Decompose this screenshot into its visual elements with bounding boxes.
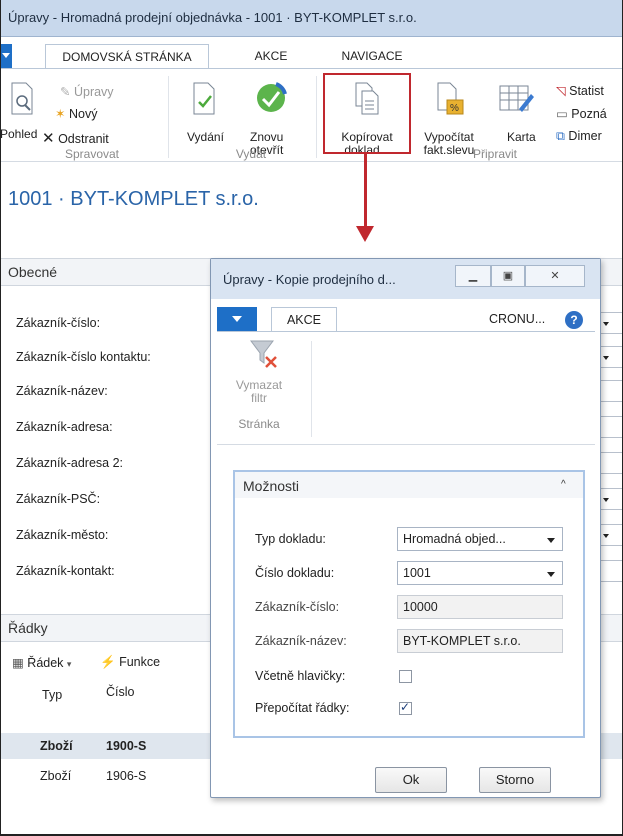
card-button[interactable]: Karta bbox=[507, 131, 536, 144]
chevron-down-icon: ▾ bbox=[66, 659, 72, 669]
include-header-label: Včetně hlavičky: bbox=[255, 669, 346, 683]
chevron-down-icon bbox=[547, 538, 555, 543]
row-type: Zboží bbox=[40, 769, 72, 783]
doc-no-label: Číslo dokladu: bbox=[255, 566, 335, 580]
postcode-dropdown[interactable] bbox=[598, 488, 623, 510]
field-label: Zákazník-číslo kontaktu: bbox=[16, 350, 151, 364]
grid-icon: ▦ bbox=[12, 656, 24, 670]
include-header-checkbox[interactable] bbox=[399, 670, 412, 683]
ok-button[interactable]: Ok bbox=[375, 767, 447, 793]
doc-type-select[interactable]: Hromadná objed... bbox=[397, 527, 563, 551]
page-title: 1001 · BYT-KOMPLET s.r.o. bbox=[8, 188, 259, 210]
recalc-lines-checkbox[interactable] bbox=[399, 700, 412, 715]
cust-no-field: 10000 bbox=[397, 595, 563, 619]
doc-no-select[interactable]: 1001 bbox=[397, 561, 563, 585]
release-icon bbox=[192, 82, 218, 116]
tab-navigate[interactable]: NAVIGACE bbox=[330, 44, 414, 68]
dialog-title: Úpravy - Kopie prodejního d... bbox=[223, 272, 396, 287]
cust-name-field: BYT-KOMPLET s.r.o. bbox=[397, 629, 563, 653]
clear-filter-button[interactable]: Vymazat filtr bbox=[223, 379, 295, 405]
window-titlebar: Úpravy - Hromadná prodejní objednávka - … bbox=[0, 0, 623, 37]
statistics-button[interactable]: ◹ Statist bbox=[556, 83, 604, 98]
field-label: Zákazník-adresa 2: bbox=[16, 456, 123, 470]
lines-functions-menu[interactable]: ⚡ Funkce bbox=[100, 655, 160, 670]
copy-document-highlight bbox=[323, 73, 411, 154]
group-label-prepare: Připravit bbox=[472, 147, 517, 161]
application-menu-button[interactable] bbox=[0, 44, 12, 68]
field-label: Zákazník-kontakt: bbox=[16, 564, 115, 578]
cust-name-label: Zákazník-název: bbox=[255, 634, 347, 648]
dimensions-icon: ⧉ bbox=[556, 129, 565, 143]
contact-no-dropdown[interactable] bbox=[598, 346, 623, 368]
lightning-icon: ⚡ bbox=[100, 655, 116, 669]
release-button[interactable]: Vydání bbox=[187, 131, 224, 144]
help-icon[interactable]: ? bbox=[565, 311, 583, 329]
maximize-icon: ▣ bbox=[502, 270, 514, 282]
group-label-manage: Spravovat bbox=[64, 147, 120, 161]
field-label: Zákazník-číslo: bbox=[16, 316, 101, 330]
field-label: Zákazník-adresa: bbox=[16, 420, 113, 434]
customer-no-dropdown[interactable] bbox=[598, 312, 623, 334]
recalc-lines-label: Přepočítat řádky: bbox=[255, 701, 350, 715]
group-label-page: Stránka bbox=[238, 417, 280, 431]
options-fasttab: Možnosti ^ Typ dokladu: Hromadná objed..… bbox=[233, 470, 585, 738]
field-label: Zákazník-PSČ: bbox=[16, 492, 101, 506]
column-header-number[interactable]: Číslo bbox=[106, 685, 134, 699]
card-icon bbox=[499, 82, 535, 116]
ribbon-separator bbox=[316, 76, 317, 158]
tab-actions[interactable]: AKCE bbox=[246, 44, 296, 68]
column-header-type[interactable]: Typ bbox=[42, 688, 62, 702]
delete-icon: ✕ bbox=[42, 130, 55, 147]
delete-button[interactable]: ✕ Odstranit bbox=[42, 129, 109, 147]
lines-row-menu[interactable]: ▦ Řádek ▾ bbox=[12, 655, 71, 670]
notes-icon: ▭ bbox=[556, 107, 568, 121]
minimize-icon: ▁ bbox=[468, 270, 478, 282]
tab-home[interactable]: DOMOVSKÁ STRÁNKA bbox=[45, 44, 209, 69]
city-dropdown[interactable] bbox=[598, 524, 623, 546]
statistics-icon: ◹ bbox=[556, 84, 566, 98]
edit-button[interactable]: ✎ Úpravy bbox=[60, 84, 114, 99]
chevron-down-icon bbox=[547, 572, 555, 577]
doc-type-label: Typ dokladu: bbox=[255, 532, 326, 546]
minimize-button[interactable]: ▁ bbox=[455, 265, 491, 287]
new-button[interactable]: ✶ Nový bbox=[55, 106, 97, 121]
annotation-arrow-head bbox=[356, 226, 374, 242]
options-header[interactable]: Možnosti ^ bbox=[235, 472, 583, 498]
dimensions-button[interactable]: ⧉ Dimer bbox=[556, 129, 602, 144]
customer-address-field[interactable] bbox=[598, 416, 623, 438]
pencil-icon: ✎ bbox=[60, 85, 71, 99]
notes-button[interactable]: ▭ Pozná bbox=[556, 106, 607, 121]
field-label: Zákazník-název: bbox=[16, 384, 108, 398]
dialog-menu-button[interactable] bbox=[217, 307, 257, 331]
row-type: Zboží bbox=[40, 739, 73, 753]
reopen-icon bbox=[254, 80, 288, 114]
cancel-button[interactable]: Storno bbox=[479, 767, 551, 793]
dialog-tab-actions[interactable]: AKCE bbox=[271, 307, 337, 332]
annotation-arrow bbox=[364, 154, 367, 229]
field-label: Zákazník-město: bbox=[16, 528, 109, 542]
clear-filter-icon bbox=[249, 339, 279, 371]
frame-border bbox=[0, 0, 1, 836]
ribbon-separator bbox=[168, 76, 169, 158]
view-button[interactable]: Pohled bbox=[0, 128, 37, 141]
close-icon: ✕ bbox=[550, 270, 560, 282]
company-name: CRONU... bbox=[489, 312, 546, 326]
view-icon bbox=[10, 82, 36, 116]
calculate-discount-icon: % bbox=[436, 82, 464, 116]
close-button[interactable]: ✕ bbox=[525, 265, 585, 287]
new-document-icon: ✶ bbox=[55, 107, 66, 121]
copy-document-dialog: Úpravy - Kopie prodejního d... ▁ ▣ ✕ AKC… bbox=[210, 258, 601, 798]
contact-field[interactable] bbox=[598, 560, 623, 582]
maximize-button[interactable]: ▣ bbox=[491, 265, 525, 287]
cust-no-label: Zákazník-číslo: bbox=[255, 600, 340, 614]
customer-address2-field[interactable] bbox=[598, 452, 623, 474]
svg-text:%: % bbox=[450, 103, 459, 114]
window-title: Úpravy - Hromadná prodejní objednávka - … bbox=[8, 10, 417, 25]
ribbon-separator bbox=[311, 341, 312, 437]
chevron-up-icon[interactable]: ^ bbox=[561, 479, 566, 490]
row-number: 1906-S bbox=[106, 769, 147, 783]
group-label-release: Vydat bbox=[235, 147, 267, 161]
row-number: 1900-S bbox=[106, 739, 147, 753]
customer-name-field[interactable] bbox=[598, 380, 623, 402]
